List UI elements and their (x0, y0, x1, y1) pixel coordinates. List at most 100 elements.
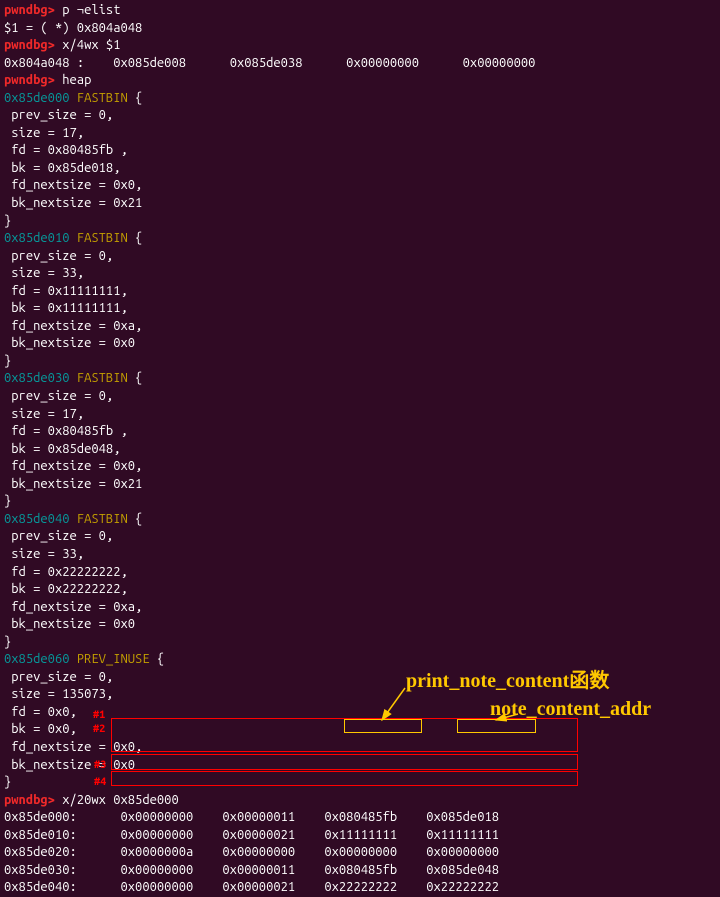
terminal-line: size = 17, (4, 406, 716, 424)
terminal-line: fd = 0x11111111, (4, 283, 716, 301)
chunk-flag: FASTBIN (77, 512, 128, 526)
command-text: p ¬elist (55, 3, 121, 17)
chunk-field: fd_nextsize = 0xa, (4, 319, 142, 333)
chunk-address: 0x85de040 (4, 512, 70, 526)
chunk-address: 0x85de010 (4, 231, 70, 245)
terminal-line: 0x85de030: 0x00000000 0x00000011 0x08048… (4, 862, 716, 880)
chunk-field: prev_size = 0, (4, 670, 113, 684)
pwndbg-prompt: pwndbg> (4, 73, 55, 87)
chunk-field: prev_size = 0, (4, 249, 113, 263)
terminal-line: } (4, 353, 716, 371)
chunk-field: bk = 0x11111111, (4, 301, 128, 315)
command-text: heap (55, 73, 91, 87)
terminal-line: } (4, 213, 716, 231)
terminal-line: size = 33, (4, 265, 716, 283)
command-text: x/20wx 0x85de000 (55, 793, 179, 807)
terminal-line: prev_size = 0, (4, 248, 716, 266)
memory-row: 0x85de030: 0x00000000 0x00000011 0x08048… (4, 863, 499, 877)
chunk-field: size = 17, (4, 407, 84, 421)
annotation-print-note-content: print_note_content函数 (406, 668, 609, 695)
chunk-field: size = 135073, (4, 687, 113, 701)
pwndbg-prompt: pwndbg> (4, 793, 55, 807)
terminal-line: 0x85de000: 0x00000000 0x00000011 0x08048… (4, 809, 716, 827)
chunk-field: size = 33, (4, 547, 84, 561)
chunk-field: prev_size = 0, (4, 389, 113, 403)
terminal-line: bk = 0x22222222, (4, 581, 716, 599)
chunk-field: size = 33, (4, 266, 84, 280)
chunk-field: fd_nextsize = 0x0, (4, 459, 142, 473)
terminal-line: bk_nextsize = 0x0 (4, 757, 716, 775)
chunk-field: bk = 0x22222222, (4, 582, 128, 596)
terminal-line: $1 = ( *) 0x804a048 (4, 20, 716, 38)
memory-row: 0x85de000: 0x00000000 0x00000011 0x08048… (4, 810, 499, 824)
chunk-flag: FASTBIN (77, 371, 128, 385)
chunk-field: bk_nextsize = 0x21 (4, 477, 142, 491)
annotation-note-content-addr: note_content_addr (490, 696, 651, 723)
terminal-line: bk = 0x11111111, (4, 300, 716, 318)
terminal-line: size = 33, (4, 546, 716, 564)
terminal-line: 0x85de040 FASTBIN { (4, 511, 716, 529)
terminal-line: pwndbg> x/4wx $1 (4, 37, 716, 55)
chunk-field: bk = 0x0, (4, 722, 77, 736)
terminal-line: } (4, 634, 716, 652)
chunk-field: fd_nextsize = 0xa, (4, 600, 142, 614)
chunk-field: bk_nextsize = 0x0 (4, 336, 135, 350)
terminal-line: pwndbg> heap (4, 72, 716, 90)
terminal-line: 0x85de010: 0x00000000 0x00000021 0x11111… (4, 827, 716, 845)
terminal-line: bk_nextsize = 0x21 (4, 195, 716, 213)
memory-row: 0x85de010: 0x00000000 0x00000021 0x11111… (4, 828, 499, 842)
row-marker-2: #2 (93, 722, 105, 737)
terminal-line: fd_nextsize = 0x0, (4, 739, 716, 757)
terminal-line: 0x85de000 FASTBIN { (4, 90, 716, 108)
terminal-line: pwndbg> x/20wx 0x85de000 (4, 792, 716, 810)
terminal-line: bk = 0x0, (4, 721, 716, 739)
output-text: $1 = ( *) 0x804a048 (4, 21, 150, 35)
terminal-line: prev_size = 0, (4, 107, 716, 125)
chunk-field: fd = 0x80485fb , (4, 143, 128, 157)
chunk-field: fd = 0x80485fb , (4, 424, 128, 438)
terminal-line: 0x85de040: 0x00000000 0x00000021 0x22222… (4, 879, 716, 897)
terminal-line: fd = 0x80485fb , (4, 142, 716, 160)
terminal-line: 0x804a048 : 0x085de008 0x085de038 0x0000… (4, 55, 716, 73)
terminal-line: 0x85de020: 0x0000000a 0x00000000 0x00000… (4, 844, 716, 862)
chunk-field: bk = 0x85de018, (4, 161, 120, 175)
terminal-line: fd_nextsize = 0xa, (4, 599, 716, 617)
terminal-line: 0x85de030 FASTBIN { (4, 370, 716, 388)
chunk-field: bk = 0x85de048, (4, 442, 120, 456)
chunk-flag: FASTBIN (77, 91, 128, 105)
chunk-field: fd = 0x0, (4, 705, 77, 719)
row-marker-3: #3 (94, 758, 106, 773)
chunk-address: 0x85de030 (4, 371, 70, 385)
chunk-field: fd_nextsize = 0x0, (4, 740, 142, 754)
output-text: 0x804a048 : 0x085de008 0x085de038 0x0000… (4, 56, 535, 70)
chunk-field: size = 17, (4, 126, 84, 140)
memory-row: 0x85de020: 0x0000000a 0x00000000 0x00000… (4, 845, 499, 859)
terminal-line: bk = 0x85de018, (4, 160, 716, 178)
command-text: x/4wx $1 (55, 38, 121, 52)
chunk-field: bk_nextsize = 0x0 (4, 617, 135, 631)
row-marker-4: #4 (94, 775, 106, 790)
terminal-line: fd_nextsize = 0x0, (4, 458, 716, 476)
pwndbg-prompt: pwndbg> (4, 3, 55, 17)
chunk-flag: FASTBIN (77, 231, 128, 245)
terminal-output: pwndbg> p ¬elist $1 = ( *) 0x804a048 pwnd… (4, 2, 716, 897)
chunk-address: 0x85de000 (4, 91, 70, 105)
terminal-line: prev_size = 0, (4, 528, 716, 546)
chunk-flag: PREV_INUSE (77, 652, 150, 666)
terminal-line: bk_nextsize = 0x21 (4, 476, 716, 494)
chunk-field: fd = 0x11111111, (4, 284, 128, 298)
chunk-field: fd_nextsize = 0x0, (4, 178, 142, 192)
terminal-line: 0x85de010 FASTBIN { (4, 230, 716, 248)
chunk-address: 0x85de060 (4, 652, 70, 666)
chunk-field: prev_size = 0, (4, 108, 113, 122)
chunk-field: prev_size = 0, (4, 529, 113, 543)
terminal-line: size = 17, (4, 125, 716, 143)
terminal-line: prev_size = 0, (4, 388, 716, 406)
terminal-line: } (4, 774, 716, 792)
terminal-line: fd = 0x22222222, (4, 564, 716, 582)
pwndbg-prompt: pwndbg> (4, 38, 55, 52)
terminal-line: bk = 0x85de048, (4, 441, 716, 459)
terminal-line: fd_nextsize = 0xa, (4, 318, 716, 336)
terminal-line: fd_nextsize = 0x0, (4, 177, 716, 195)
terminal-line: } (4, 493, 716, 511)
